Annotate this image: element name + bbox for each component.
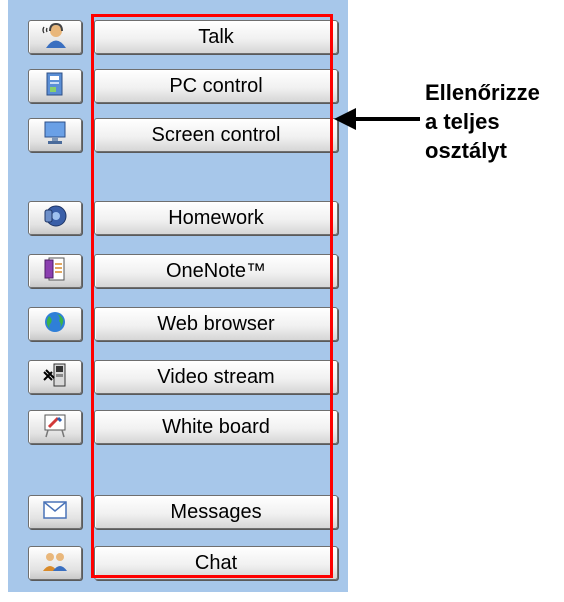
talk-button[interactable]: Talk (94, 20, 338, 54)
callout-line-1: Ellenőrizze (425, 80, 540, 105)
white-board-button[interactable]: White board (94, 410, 338, 444)
callout-line-3: osztályt (425, 138, 507, 163)
whiteboard-icon (42, 412, 68, 443)
pc-control-icon (44, 71, 66, 102)
white-board-icon-button[interactable] (28, 410, 82, 444)
onenote-icon (43, 256, 67, 287)
callout-line-2: a teljes (425, 109, 500, 134)
screen-control-icon-button[interactable] (28, 118, 82, 152)
globe-icon (43, 310, 67, 339)
chat-icon-button[interactable] (28, 546, 82, 580)
homework-icon-button[interactable] (28, 201, 82, 235)
messages-icon-button[interactable] (28, 495, 82, 529)
envelope-icon (42, 500, 68, 525)
onenote-icon-button[interactable] (28, 254, 82, 288)
talk-icon-button[interactable] (28, 20, 82, 54)
toolbar-panel: Talk PC control Screen control Homework … (8, 0, 348, 592)
video-stream-icon-button[interactable] (28, 360, 82, 394)
pc-control-button[interactable]: PC control (94, 69, 338, 103)
messages-button[interactable]: Messages (94, 495, 338, 529)
chat-button[interactable]: Chat (94, 546, 338, 580)
callout-arrow (334, 108, 420, 130)
screen-monitor-icon (42, 120, 68, 151)
talk-headset-icon (41, 22, 69, 53)
pc-control-icon-button[interactable] (28, 69, 82, 103)
homework-button[interactable]: Homework (94, 201, 338, 235)
web-browser-button[interactable]: Web browser (94, 307, 338, 341)
web-browser-icon-button[interactable] (28, 307, 82, 341)
callout-text: Ellenőrizze a teljes osztályt (425, 78, 564, 165)
screen-control-button[interactable]: Screen control (94, 118, 338, 152)
onenote-button[interactable]: OneNote™ (94, 254, 338, 288)
homework-disk-icon (42, 204, 68, 233)
video-stream-button[interactable]: Video stream (94, 360, 338, 394)
video-stream-icon (42, 362, 68, 393)
chat-people-icon (41, 550, 69, 577)
